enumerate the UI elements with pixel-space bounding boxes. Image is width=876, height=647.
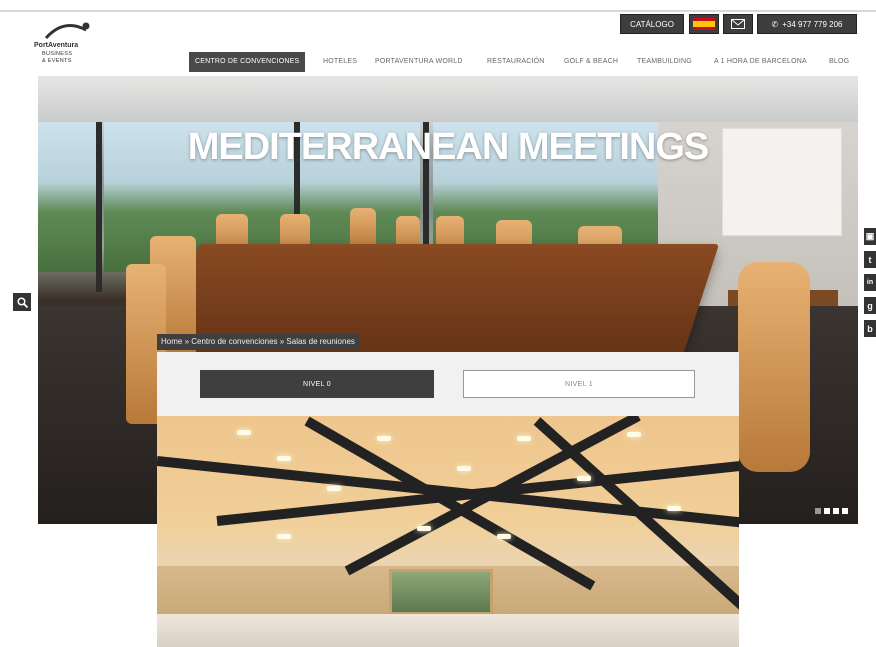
slider-dot[interactable]: [815, 508, 821, 514]
convention-hall-photo: [157, 416, 739, 647]
slider-dot[interactable]: [824, 508, 830, 514]
hero-title: MEDITERRANEAN MEETINGS: [187, 126, 710, 168]
ceiling-light: [237, 430, 251, 435]
nav-item-barcelona[interactable]: A 1 HORA DE BARCELONA: [714, 52, 807, 72]
spain-flag-icon: [693, 18, 715, 30]
logo-swoosh-icon: [44, 22, 90, 40]
ceiling-light: [577, 476, 591, 481]
ceiling-light: [667, 506, 681, 511]
google-plus-icon[interactable]: g: [864, 297, 876, 314]
slider-dot[interactable]: [842, 508, 848, 514]
phone-icon: ✆: [771, 19, 779, 29]
ceiling-light: [457, 466, 471, 471]
phone-button[interactable]: ✆ +34 977 779 206: [757, 14, 857, 34]
ceiling-light: [497, 534, 511, 539]
tab-level-1[interactable]: NIVEL 1: [463, 370, 695, 398]
envelope-icon: [731, 19, 745, 29]
ceiling-light: [327, 486, 341, 491]
nav-item-blog[interactable]: BLOG: [829, 52, 849, 72]
ceiling-light: [277, 534, 291, 539]
nav-item-teambuilding[interactable]: TEAMBUILDING: [637, 52, 692, 72]
hall-glass-door: [389, 569, 493, 615]
nav-item-portaventura-world[interactable]: PORTAVENTURA WORLD: [375, 52, 463, 72]
ceiling-light: [277, 456, 291, 461]
top-divider: [0, 10, 876, 12]
main-nav: CENTRO DE CONVENCIONES HOTELES PORTAVENT…: [0, 52, 876, 72]
nav-item-convention-center[interactable]: CENTRO DE CONVENCIONES: [189, 52, 306, 72]
tab-level-0[interactable]: NIVEL 0: [200, 370, 434, 398]
catalog-button[interactable]: CATÁLOGO: [620, 14, 684, 34]
search-button[interactable]: [13, 293, 31, 311]
hall-floor: [157, 614, 739, 647]
twitter-icon[interactable]: t: [864, 251, 876, 268]
nav-item-restaurants[interactable]: RESTAURACIÓN: [487, 52, 545, 72]
hero-ceiling: [38, 76, 858, 122]
ceiling-light: [377, 436, 391, 441]
language-button[interactable]: [689, 14, 719, 34]
flickr-icon[interactable]: ▣: [864, 228, 876, 245]
linkedin-icon[interactable]: in: [864, 274, 876, 291]
logo-line1: PortAventura: [34, 42, 79, 49]
nav-item-hotels[interactable]: HOTELES: [323, 52, 357, 72]
breadcrumb[interactable]: Home » Centro de convenciones » Salas de…: [157, 334, 359, 350]
contact-mail-button[interactable]: [723, 14, 753, 34]
slider-dot[interactable]: [833, 508, 839, 514]
slider-pagination: [815, 508, 848, 514]
ceiling-light: [517, 436, 531, 441]
nav-item-golf-beach[interactable]: GOLF & BEACH: [564, 52, 618, 72]
phone-number: +34 977 779 206: [782, 19, 843, 29]
ceiling-light: [627, 432, 641, 437]
hero-chair: [738, 262, 810, 472]
search-icon: [16, 296, 28, 308]
meeting-rooms-card: NIVEL 0 NIVEL 1: [157, 352, 739, 647]
blog-icon[interactable]: b: [864, 320, 876, 337]
ceiling-light: [417, 526, 431, 531]
